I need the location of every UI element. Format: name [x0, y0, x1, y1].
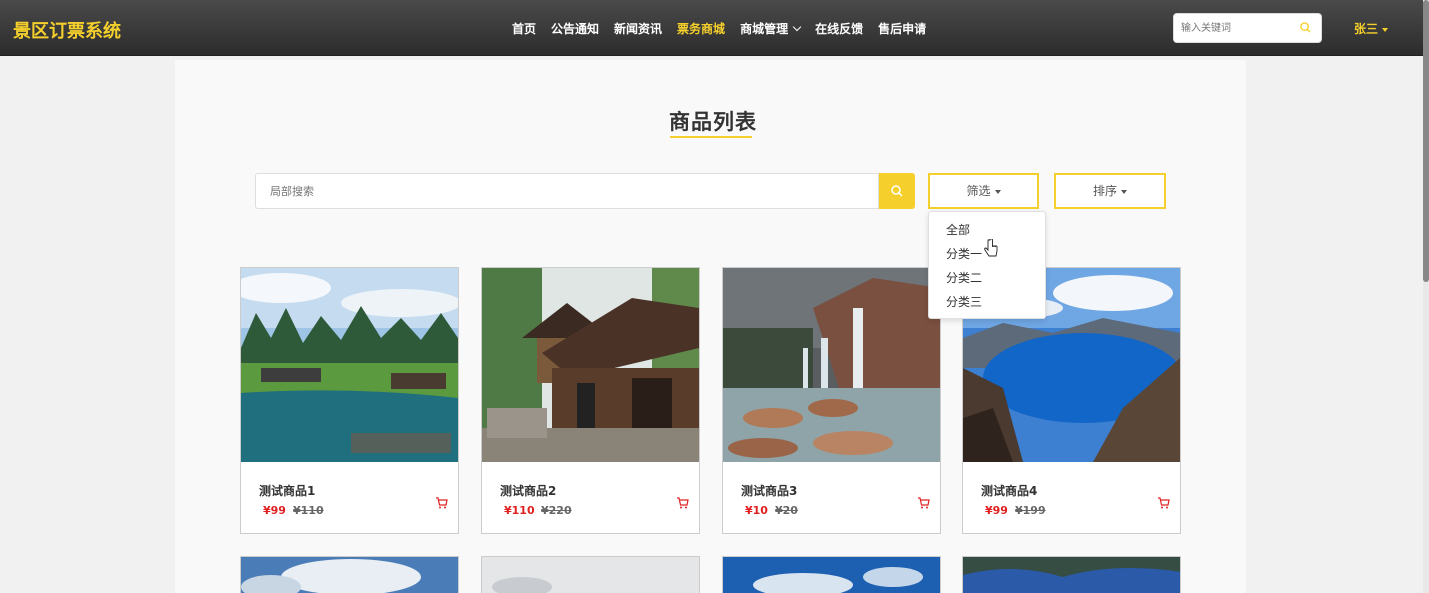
- caret-down-icon: [994, 189, 1001, 194]
- top-navbar: 景区订票系统 首页 公告通知 新闻资讯 票务商城 商城管理 在线反馈 售后申请 …: [0, 0, 1423, 56]
- local-search-input[interactable]: [256, 174, 856, 208]
- sort-button[interactable]: 排序: [1054, 173, 1166, 209]
- product-card[interactable]: 测试商品2 ¥110 ¥220: [481, 267, 700, 534]
- product-image-sky-clouds[interactable]: [241, 557, 459, 593]
- product-image-karst-landscape[interactable]: [241, 268, 458, 462]
- filter-option-category-3[interactable]: 分类三: [929, 294, 1045, 318]
- user-menu[interactable]: 张三: [1354, 20, 1389, 37]
- product-card[interactable]: 测试商品1 ¥99 ¥110: [240, 267, 459, 534]
- search-icon: [891, 185, 903, 197]
- nav-item-feedback[interactable]: 在线反馈: [815, 20, 863, 37]
- cart-icon[interactable]: [435, 496, 448, 509]
- product-original-price: ¥20: [775, 504, 798, 517]
- nav-item-home[interactable]: 首页: [512, 20, 536, 37]
- product-image-blue-sky[interactable]: [723, 557, 941, 593]
- chevron-down-icon: [792, 22, 802, 32]
- product-original-price: ¥199: [1015, 504, 1046, 517]
- search-icon[interactable]: [1300, 22, 1311, 33]
- scrollbar-thumb[interactable]: [1423, 0, 1429, 282]
- product-name[interactable]: 测试商品1: [259, 482, 315, 499]
- cart-icon[interactable]: [1157, 496, 1170, 509]
- page-title: 商品列表: [669, 110, 757, 134]
- product-name[interactable]: 测试商品3: [741, 482, 797, 499]
- caret-down-icon: [1382, 27, 1389, 32]
- hand-pointer-cursor-icon: [984, 239, 998, 257]
- filter-option-category-2[interactable]: 分类二: [929, 270, 1045, 294]
- product-name[interactable]: 测试商品2: [500, 482, 556, 499]
- product-original-price: ¥110: [293, 504, 324, 517]
- caret-down-icon: [1121, 189, 1127, 194]
- product-card-partial[interactable]: [240, 556, 459, 593]
- product-original-price: ¥220: [541, 504, 572, 517]
- sort-button-label: 排序: [1092, 184, 1117, 198]
- header-search-input[interactable]: [1174, 14, 1294, 42]
- product-card-partial[interactable]: [962, 556, 1181, 593]
- brand-logo[interactable]: 景区订票系统: [13, 17, 121, 43]
- header-search: [1173, 13, 1322, 43]
- cart-icon[interactable]: [917, 496, 930, 509]
- filter-button-label: 筛选: [966, 184, 991, 198]
- title-underline: [670, 136, 752, 138]
- product-image-waterfall[interactable]: [723, 268, 940, 462]
- product-price: ¥99: [985, 504, 1008, 517]
- product-card-partial[interactable]: [481, 556, 700, 593]
- main-nav: 首页 公告通知 新闻资讯 票务商城 商城管理 在线反馈 售后申请: [512, 20, 941, 37]
- filter-dropdown: 全部 分类一 分类二 分类三: [928, 211, 1046, 319]
- product-image-temple[interactable]: [482, 268, 699, 462]
- product-price: ¥110: [504, 504, 535, 517]
- nav-item-news[interactable]: 新闻资讯: [614, 20, 662, 37]
- filter-button[interactable]: 筛选: [928, 173, 1039, 209]
- nav-item-mall-management-label: 商城管理: [740, 22, 789, 36]
- local-search-button[interactable]: [879, 173, 915, 209]
- product-name[interactable]: 测试商品4: [981, 482, 1037, 499]
- product-price: ¥99: [263, 504, 286, 517]
- product-card[interactable]: 测试商品3 ¥10 ¥20: [722, 267, 941, 534]
- product-image-pale-sky[interactable]: [482, 557, 700, 593]
- page-scrollbar[interactable]: [1423, 0, 1429, 593]
- user-name: 张三: [1354, 22, 1379, 36]
- nav-item-after-sales[interactable]: 售后申请: [878, 20, 926, 37]
- nav-item-mall-management[interactable]: 商城管理: [740, 20, 802, 37]
- product-price: ¥10: [745, 504, 768, 517]
- nav-item-ticket-mall[interactable]: 票务商城: [677, 20, 725, 37]
- product-image-forest-sky[interactable]: [963, 557, 1181, 593]
- cart-icon[interactable]: [676, 496, 689, 509]
- product-card-partial[interactable]: [722, 556, 941, 593]
- nav-item-notices[interactable]: 公告通知: [551, 20, 599, 37]
- local-search-box: [255, 173, 879, 209]
